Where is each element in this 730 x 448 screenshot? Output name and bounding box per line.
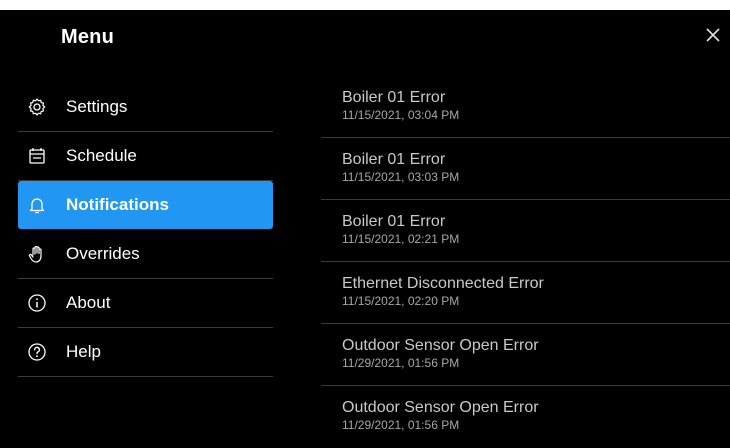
menu-item-label: Notifications: [66, 195, 169, 214]
notification-item[interactable]: Boiler 01 Error 11/15/2021, 02:21 PM: [321, 200, 730, 262]
calendar-icon: [26, 145, 48, 167]
close-button[interactable]: [702, 26, 724, 48]
notification-timestamp: 11/15/2021, 02:21 PM: [342, 232, 460, 246]
notification-item[interactable]: Outdoor Sensor Open Error 11/29/2021, 01…: [321, 324, 730, 386]
menu-item-label: Overrides: [66, 244, 140, 263]
notification-timestamp: 11/15/2021, 03:03 PM: [342, 170, 460, 184]
menu-item-help[interactable]: Help: [18, 328, 273, 377]
notification-title: Boiler 01 Error: [342, 89, 446, 106]
menu-screen: Menu Settings Schedule Notifications Ove…: [0, 10, 730, 442]
hand-icon: [26, 243, 48, 265]
close-icon: [706, 27, 720, 47]
menu-item-about[interactable]: About: [18, 279, 273, 328]
notification-list: Boiler 01 Error 11/15/2021, 03:04 PM Boi…: [321, 76, 730, 448]
menu-item-settings[interactable]: Settings: [18, 83, 273, 132]
notification-timestamp: 11/15/2021, 02:20 PM: [342, 294, 460, 308]
info-icon: [26, 292, 48, 314]
help-icon: [26, 341, 48, 363]
side-menu: Settings Schedule Notifications Override…: [18, 83, 273, 377]
notification-title: Outdoor Sensor Open Error: [342, 399, 539, 416]
notification-title: Boiler 01 Error: [342, 151, 446, 168]
top-strip: [0, 0, 730, 10]
notification-item[interactable]: Ethernet Disconnected Error 11/15/2021, …: [321, 262, 730, 324]
menu-item-overrides[interactable]: Overrides: [18, 230, 273, 279]
bell-icon: [26, 194, 48, 216]
menu-item-label: Schedule: [66, 146, 137, 165]
notification-item[interactable]: Outdoor Sensor Open Error 11/29/2021, 01…: [321, 386, 730, 448]
notification-item[interactable]: Boiler 01 Error 11/15/2021, 03:04 PM: [321, 76, 730, 138]
menu-item-schedule[interactable]: Schedule: [18, 132, 273, 181]
notification-timestamp: 11/29/2021, 01:56 PM: [342, 418, 460, 432]
menu-item-label: Help: [66, 342, 101, 361]
gear-icon: [26, 96, 48, 118]
menu-item-label: Settings: [66, 97, 128, 116]
notification-title: Outdoor Sensor Open Error: [342, 337, 539, 354]
menu-item-label: About: [66, 293, 111, 312]
page-title: Menu: [61, 26, 115, 48]
menu-item-notifications[interactable]: Notifications: [18, 181, 273, 229]
notification-item[interactable]: Boiler 01 Error 11/15/2021, 03:03 PM: [321, 138, 730, 200]
notification-timestamp: 11/29/2021, 01:56 PM: [342, 356, 460, 370]
notification-title: Ethernet Disconnected Error: [342, 275, 544, 292]
notification-timestamp: 11/15/2021, 03:04 PM: [342, 108, 460, 122]
notification-title: Boiler 01 Error: [342, 213, 446, 230]
